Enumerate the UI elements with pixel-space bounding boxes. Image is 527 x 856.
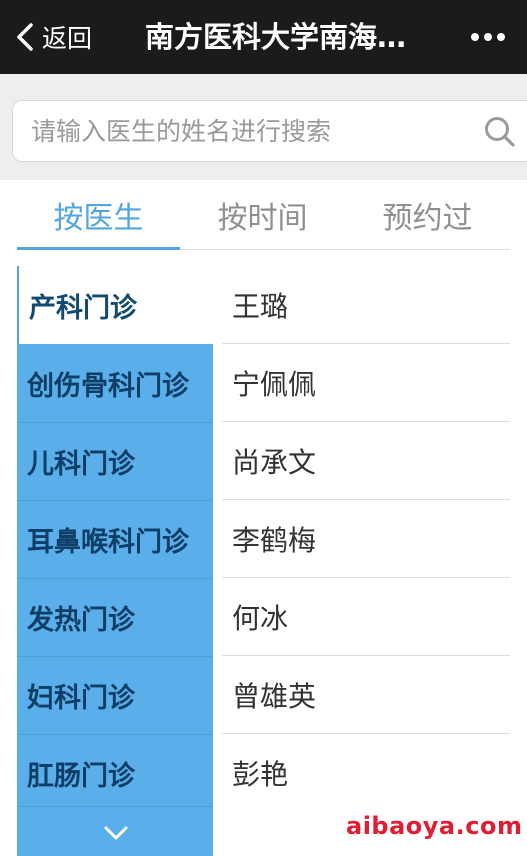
doctor-item[interactable]: 尚承文 [222, 422, 510, 500]
tab-by-doctor[interactable]: 按医生 [17, 180, 180, 250]
chevron-left-icon [17, 23, 33, 51]
search-box [12, 100, 527, 162]
department-list: 产科门诊 创伤骨科门诊 儿科门诊 耳鼻喉科门诊 发热门诊 妇科门诊 肛肠门诊 [17, 266, 213, 856]
tab-bar: 按医生 按时间 预约过 [17, 180, 510, 250]
doctor-item[interactable]: 何冰 [222, 578, 510, 656]
doctor-item[interactable]: 宁佩佩 [222, 344, 510, 422]
doctor-item[interactable]: 彭艳 [222, 734, 510, 812]
doctor-item[interactable]: 李鹤梅 [222, 500, 510, 578]
search-icon[interactable] [483, 115, 517, 149]
more-dots-icon[interactable] [471, 0, 505, 74]
department-item[interactable]: 肛肠门诊 [17, 734, 213, 812]
tab-booked[interactable]: 预约过 [345, 180, 510, 250]
department-item[interactable]: 耳鼻喉科门诊 [17, 500, 213, 578]
divider [17, 806, 213, 807]
doctor-item[interactable]: 王璐 [222, 266, 510, 344]
department-item[interactable]: 创伤骨科门诊 [17, 344, 213, 422]
department-item[interactable]: 儿科门诊 [17, 422, 213, 500]
doctor-item[interactable]: 曾雄英 [222, 656, 510, 734]
watermark: aibaoya.com [346, 812, 523, 840]
department-item[interactable]: 妇科门诊 [17, 656, 213, 734]
tab-indicator [17, 247, 180, 250]
navigation-bar: 返回 南方医科大学南海… [0, 0, 527, 74]
department-item[interactable]: 发热门诊 [17, 578, 213, 656]
back-button[interactable]: 返回 [14, 0, 92, 74]
back-label: 返回 [42, 24, 93, 53]
chevron-down-icon[interactable] [103, 824, 129, 842]
page-title: 南方医科大学南海… [145, 20, 407, 54]
department-item[interactable]: 产科门诊 [17, 266, 213, 344]
tab-by-time[interactable]: 按时间 [180, 180, 345, 250]
search-bar [0, 74, 527, 180]
search-input[interactable] [31, 101, 471, 161]
